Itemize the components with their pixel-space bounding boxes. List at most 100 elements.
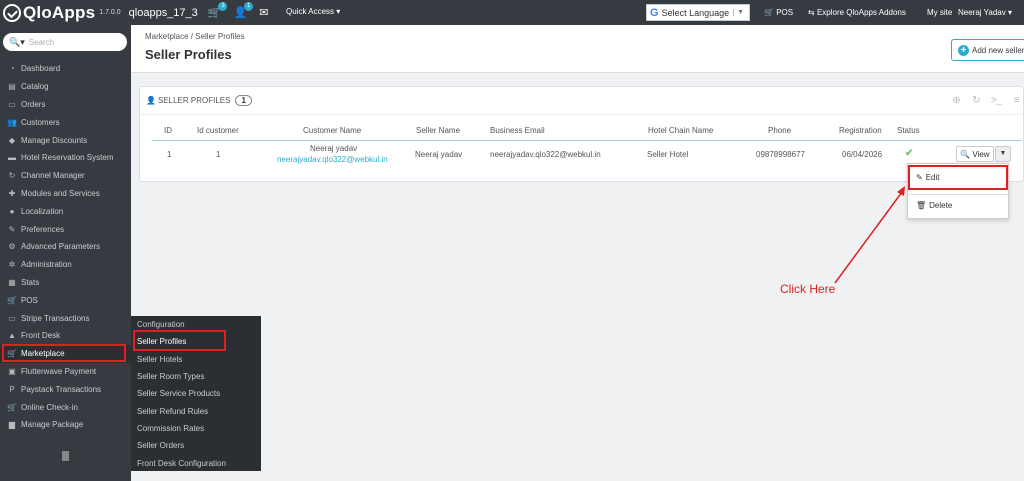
sidebar-item-label: Administration bbox=[21, 260, 72, 270]
submenu-item-seller-refund-rules[interactable]: Seller Refund Rules bbox=[131, 402, 261, 419]
status-check-icon[interactable]: ✔ bbox=[905, 148, 913, 159]
cell-hotel-chain: Seller Hotel bbox=[647, 150, 689, 159]
add-icon[interactable]: ⊕ bbox=[948, 93, 965, 108]
sidebar-item-label: Preferences bbox=[21, 224, 65, 234]
column-header-status[interactable]: Status bbox=[897, 126, 920, 135]
sidebar-item-label: Stripe Transactions bbox=[21, 313, 90, 323]
cell-registration: 06/04/2026 bbox=[842, 150, 883, 159]
qloapps-logo[interactable]: QloApps 1.7.0.0 bbox=[0, 0, 121, 25]
sidebar-item-label: Paystack Transactions bbox=[21, 384, 102, 394]
refresh-icon: ↻ bbox=[8, 171, 16, 181]
add-new-seller-label: Add new seller bbox=[972, 45, 1024, 55]
column-header-seller-name[interactable]: Seller Name bbox=[416, 126, 460, 135]
column-header-phone[interactable]: Phone bbox=[768, 126, 791, 135]
sidebar-item-label: Manage Discounts bbox=[21, 135, 88, 145]
sidebar-item-orders[interactable]: ▭ Orders bbox=[0, 96, 131, 114]
refresh-icon[interactable]: ↻ bbox=[968, 93, 985, 108]
envelope-icon[interactable]: ✉ bbox=[259, 6, 268, 19]
sidebar-item-online-check-in[interactable]: 🛒 Online Check-in bbox=[0, 398, 131, 416]
cog-icon: ✲ bbox=[8, 260, 16, 270]
page-header: Marketplace / Seller Profiles Seller Pro… bbox=[131, 25, 1024, 73]
shop-name-link[interactable]: qloapps_17_3 bbox=[129, 7, 198, 19]
sidebar-item-advanced-parameters[interactable]: ⚙ Advanced Parameters bbox=[0, 238, 131, 256]
sidebar-item-customers[interactable]: 👥 Customers bbox=[0, 113, 131, 131]
search-icon: 🔍▾ bbox=[9, 36, 25, 47]
delete-menu-item[interactable]: 🗑 Delete bbox=[916, 201, 952, 210]
row-actions-toggle[interactable]: ▼ bbox=[995, 146, 1011, 162]
sidebar-item-label: Advanced Parameters bbox=[21, 242, 101, 252]
plus-circle-icon: + bbox=[958, 44, 969, 56]
column-header-registration[interactable]: Registration bbox=[839, 126, 882, 135]
cart-icon: 🛒 bbox=[7, 295, 17, 305]
sidebar-item-label: Localization bbox=[21, 206, 64, 216]
sidebar-item-label: Flutterwave Payment bbox=[21, 366, 97, 376]
my-site-link[interactable]: My site bbox=[927, 8, 952, 17]
cell-id: 1 bbox=[167, 150, 172, 159]
submenu-item-seller-orders[interactable]: Seller Orders bbox=[131, 437, 261, 454]
cell-customer-email-link[interactable]: neerajyadav.qlo322@webkul.in bbox=[277, 155, 388, 164]
sidebar-menu: ◔ Dashboard ▤ Catalog ▭ Orders 👥 Customers ◆ Mana… bbox=[0, 60, 131, 434]
sidebar-item-stats[interactable]: ▦ Stats bbox=[0, 274, 131, 292]
sidebar-item-preferences[interactable]: ✎ Preferences bbox=[0, 220, 131, 238]
column-header-hotel-chain[interactable]: Hotel Chain Name bbox=[648, 126, 713, 135]
language-select[interactable]: G Select Language ▼ bbox=[646, 4, 750, 21]
submenu-item-commission-rates[interactable]: Commission Rates bbox=[131, 420, 261, 437]
sidebar-item-manage-package[interactable]: ▆ Manage Package bbox=[0, 416, 131, 434]
column-header-id[interactable]: ID bbox=[164, 126, 172, 135]
quick-access-menu[interactable]: Quick Access ▾ bbox=[286, 7, 340, 16]
sidebar-item-localization[interactable]: ● Localization bbox=[0, 202, 131, 220]
add-new-seller-button[interactable]: + Add new seller bbox=[951, 39, 1024, 61]
sidebar-item-stripe-transactions[interactable]: ▭ Stripe Transactions bbox=[0, 309, 131, 327]
sidebar-item-channel-manager[interactable]: ↻ Channel Manager bbox=[0, 167, 131, 185]
column-header-customer-name[interactable]: Customer Name bbox=[303, 126, 361, 135]
submenu-item-front-desk-configuration[interactable]: Front Desk Configuration bbox=[131, 454, 261, 471]
tag-icon: ◆ bbox=[8, 135, 16, 145]
user-badge: 1 bbox=[244, 2, 254, 11]
explore-addons-link[interactable]: ⇆ Explore QloApps Addons bbox=[808, 8, 906, 17]
database-icon[interactable]: ≡ bbox=[1008, 93, 1024, 108]
view-label: View bbox=[972, 149, 990, 159]
user-notification-icon[interactable]: 👤 1 bbox=[233, 2, 254, 19]
sidebar-item-modules-and-services[interactable]: ✚ Modules and Services bbox=[0, 185, 131, 203]
pos-link[interactable]: 🛒 POS bbox=[764, 8, 793, 17]
logo-text: QloApps bbox=[23, 2, 96, 22]
collapse-sidebar-icon[interactable] bbox=[62, 451, 69, 461]
bell-icon: ▲ bbox=[8, 331, 16, 341]
language-select-label: Select Language bbox=[661, 7, 730, 18]
sql-terminal-icon[interactable]: >_ bbox=[988, 93, 1005, 108]
sidebar-item-flutterwave-payment[interactable]: ▣ Flutterwave Payment bbox=[0, 363, 131, 381]
submenu-item-seller-hotels[interactable]: Seller Hotels bbox=[131, 351, 261, 368]
trash-icon: 🗑 bbox=[916, 201, 927, 210]
search-input[interactable]: 🔍▾ Search bbox=[3, 33, 127, 51]
users-icon: 👥 bbox=[7, 117, 17, 127]
cell-business-email: neerajyadav.qlo322@webkul.in bbox=[490, 150, 601, 159]
globe-icon: ● bbox=[9, 206, 15, 216]
sidebar-item-administration[interactable]: ✲ Administration bbox=[0, 256, 131, 274]
submenu-item-seller-service-products[interactable]: Seller Service Products bbox=[131, 385, 261, 402]
sidebar-item-pos[interactable]: 🛒 POS bbox=[0, 291, 131, 309]
cell-id-customer: 1 bbox=[216, 150, 221, 159]
view-button[interactable]: 🔍 View bbox=[956, 146, 994, 162]
cart-notification-icon[interactable]: 🛒 3 bbox=[208, 2, 228, 19]
chevron-down-icon: ▼ bbox=[733, 9, 744, 16]
column-header-id-customer[interactable]: Id customer bbox=[197, 126, 239, 135]
sidebar-item-manage-discounts[interactable]: ◆ Manage Discounts bbox=[0, 131, 131, 149]
dropdown-divider bbox=[908, 194, 1008, 195]
sidebar-item-paystack-transactions[interactable]: P Paystack Transactions bbox=[0, 380, 131, 398]
sidebar-item-dashboard[interactable]: ◔ Dashboard bbox=[0, 60, 131, 78]
table-header-divider bbox=[152, 140, 1022, 141]
sidebar-item-label: Hotel Reservation System bbox=[21, 153, 114, 163]
submenu-item-seller-room-types[interactable]: Seller Room Types bbox=[131, 368, 261, 385]
sidebar-item-label: Orders bbox=[21, 99, 46, 109]
edit-highlight-box bbox=[908, 165, 1008, 190]
sidebar-item-hotel-reservation-system[interactable]: ▬ Hotel Reservation System bbox=[0, 149, 131, 167]
seller-profiles-highlight-box bbox=[133, 330, 226, 351]
cell-customer-name: Neeraj yadav bbox=[310, 144, 358, 153]
sidebar-item-front-desk[interactable]: ▲ Front Desk bbox=[0, 327, 131, 345]
briefcase-icon: ▆ bbox=[8, 420, 16, 430]
cell-seller-name: Neeraj yadav bbox=[415, 150, 463, 159]
column-header-business-email[interactable]: Business Email bbox=[490, 126, 545, 135]
sidebar-item-label: Dashboard bbox=[21, 64, 61, 74]
sidebar-item-catalog[interactable]: ▤ Catalog bbox=[0, 78, 131, 96]
user-menu[interactable]: Neeraj Yadav ▾ bbox=[958, 8, 1012, 17]
